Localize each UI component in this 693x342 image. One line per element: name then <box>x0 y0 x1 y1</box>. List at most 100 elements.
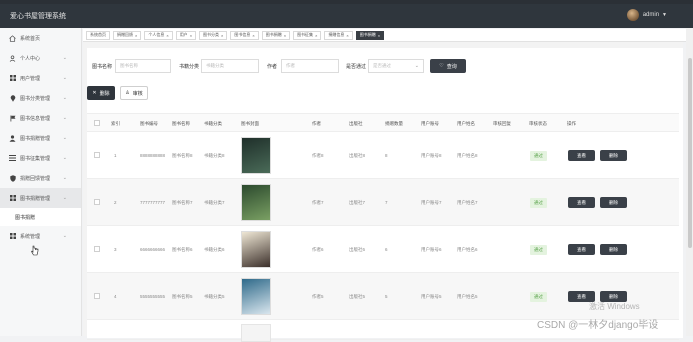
col-reply: 审核回复 <box>493 121 511 126</box>
tab-label: 图书分类 <box>203 32 220 37</box>
status-badge: 通过 <box>530 151 547 161</box>
sidebar-item-2[interactable]: 用户管理 ⌄ <box>0 68 81 88</box>
sidebar-item-7[interactable]: 捐赠回馈管理 ⌄ <box>0 168 81 188</box>
tab-1[interactable]: 捐赠回馈 × <box>113 30 142 40</box>
tab-5[interactable]: 图书信息 × <box>230 30 259 40</box>
chevron-down-icon: ⌄ <box>62 75 67 81</box>
windows-activation-watermark: 激活 Windows <box>589 302 640 311</box>
tab-6[interactable]: 图书捐赠 × <box>261 30 291 40</box>
view-button[interactable]: 查看 <box>568 244 595 255</box>
tab-4[interactable]: 图书分类 × <box>199 30 228 40</box>
tabs-bar: 系统首页 捐赠回馈 × 个人信息 × 用户 × 图书分类 × 图书信息 × 图书捐赠 × 图书征集 × 捐赠信… <box>83 29 693 42</box>
sidebar-item-label: 图书信息管理 <box>20 115 51 122</box>
row-delete-button[interactable]: 删除 <box>600 244 627 255</box>
chevron-down-icon: ⌄ <box>62 135 67 141</box>
col-name: 图书名称 <box>172 121 190 126</box>
query-button[interactable]: ♡ 查询 <box>430 59 466 73</box>
pass-select[interactable]: 是否通过 ⌄ <box>368 59 424 73</box>
col-category: 书籍分类 <box>204 121 222 126</box>
sidebar-subitem-book-donation[interactable]: 图书捐赠 <box>0 208 81 226</box>
col-cover: 图书封面 <box>241 121 259 126</box>
book-cover-image <box>241 324 271 342</box>
main-content: 图书名称 图书名称 书籍分类 书籍分类 作者 作者 是否通过 是否通过 ⌄ ♡ 查… <box>83 42 683 342</box>
tab-label: 系统首页 <box>90 32 106 37</box>
sidebar-item-1[interactable]: 个人中心 ⌄ <box>0 48 81 68</box>
tab-2[interactable]: 个人信息 × <box>144 30 173 40</box>
close-icon[interactable]: × <box>284 33 286 38</box>
close-icon[interactable]: × <box>221 33 223 38</box>
chevron-down-icon: ⌄ <box>62 155 67 161</box>
tab-8[interactable]: 捐赠信息 × <box>324 30 353 40</box>
vertical-scrollbar[interactable] <box>686 28 693 336</box>
close-icon[interactable]: × <box>252 33 254 38</box>
sidebar-item-4[interactable]: 图书信息管理 ⌄ <box>0 108 81 128</box>
category-input[interactable]: 书籍分类 <box>201 59 259 73</box>
view-button[interactable]: 查看 <box>568 150 595 161</box>
close-icon[interactable]: × <box>166 33 168 38</box>
tab-label: 用户 <box>179 32 188 37</box>
cell-index: 3 <box>114 247 117 252</box>
tab-label: 捐赠信息 <box>328 32 345 37</box>
row-delete-button[interactable]: 删除 <box>600 197 627 208</box>
sidebar-item-8[interactable]: 图书捐赠管理 ⌄ <box>0 188 81 208</box>
chevron-down-icon: ⌄ <box>62 115 67 121</box>
cell-qty: 6 <box>385 247 388 252</box>
chevron-down-icon: ⌄ <box>414 63 419 69</box>
delete-button[interactable]: ✕ 删除 <box>87 86 115 100</box>
cell-category: 书籍分类7 <box>204 200 225 205</box>
book-name-input[interactable]: 图书名称 <box>115 59 171 73</box>
audit-button[interactable]: ♙ 审核 <box>120 86 148 100</box>
cell-publisher: 出版社5 <box>349 294 366 299</box>
cell-index: 2 <box>114 200 117 205</box>
csdn-watermark: CSDN @一林夕django毕设 <box>537 320 659 331</box>
sidebar-item-0[interactable]: 系统首页 <box>0 28 81 48</box>
cell-publisher: 出版社6 <box>349 247 366 252</box>
heart-icon: ♡ <box>439 63 444 69</box>
author-input[interactable]: 作者 <box>281 59 339 73</box>
tab-3[interactable]: 用户 × <box>175 30 197 40</box>
close-icon[interactable]: × <box>346 33 348 38</box>
avatar <box>626 9 639 21</box>
user-menu[interactable]: admin ▼ <box>626 9 667 21</box>
col-qty: 捐赠数量 <box>385 121 403 126</box>
tab-9[interactable]: 图书捐赠 × <box>355 30 385 40</box>
row-checkbox[interactable] <box>94 246 100 252</box>
cell-category: 书籍分类8 <box>204 153 225 158</box>
col-code: 图书编号 <box>140 121 158 126</box>
row-checkbox[interactable] <box>94 293 100 299</box>
row-checkbox[interactable] <box>94 152 100 158</box>
select-all-checkbox[interactable] <box>94 120 100 126</box>
chevron-down-icon: ⌄ <box>62 55 67 61</box>
sidebar-item-5[interactable]: 图书捐赠管理 ⌄ <box>0 128 81 148</box>
close-icon[interactable]: × <box>378 33 380 38</box>
scrollbar-thumb[interactable] <box>688 58 692 248</box>
close-icon[interactable]: × <box>315 33 317 38</box>
status-badge: 通过 <box>530 292 547 302</box>
tab-label: 捐赠回馈 <box>117 32 133 37</box>
sidebar-item-6[interactable]: 图书征集管理 ⌄ <box>0 148 81 168</box>
chevron-down-icon: ⌄ <box>62 233 67 239</box>
sidebar-item-label: 个人中心 <box>20 55 41 62</box>
cell-qty: 8 <box>385 153 388 158</box>
cell-category: 书籍分类6 <box>204 247 225 252</box>
grid-icon <box>9 75 16 82</box>
sidebar-item-system[interactable]: 系统管理 ⌄ <box>0 226 81 246</box>
col-index: 索引 <box>111 121 120 126</box>
close-icon[interactable]: × <box>135 33 137 38</box>
cell-uname: 用户姓名8 <box>457 153 478 158</box>
cell-name: 图书名称8 <box>172 153 193 158</box>
view-button[interactable]: 查看 <box>568 197 595 208</box>
cell-name: 图书名称5 <box>172 294 193 299</box>
close-icon[interactable]: × <box>190 33 192 38</box>
row-checkbox[interactable] <box>94 199 100 205</box>
sidebar-item-label: 图书征集管理 <box>20 155 51 162</box>
tab-7[interactable]: 图书征集 × <box>293 30 322 40</box>
chevron-down-icon: ⌄ <box>62 95 67 101</box>
sidebar-item-3[interactable]: 图书分类管理 ⌄ <box>0 88 81 108</box>
grid-icon <box>9 195 16 202</box>
search-form: 图书名称 图书名称 书籍分类 书籍分类 作者 作者 是否通过 是否通过 ⌄ ♡ 查… <box>87 59 683 73</box>
tab-0[interactable]: 系统首页 <box>86 30 110 40</box>
row-delete-button[interactable]: 删除 <box>600 150 627 161</box>
cell-code: 8888888888 <box>140 153 166 158</box>
cell-author: 作者5 <box>312 294 324 299</box>
